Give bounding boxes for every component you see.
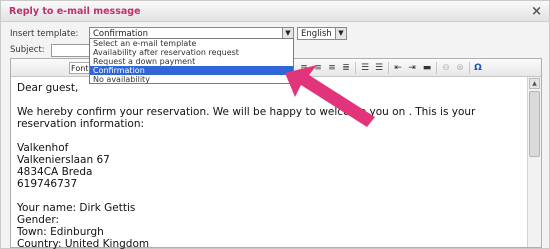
- address-line: 619746737: [17, 178, 78, 190]
- address-line: 4834CA Breda: [17, 166, 93, 178]
- close-icon[interactable]: ×: [531, 4, 542, 19]
- detail-line: Gender:: [17, 214, 60, 226]
- template-option-selected[interactable]: Confirmation: [90, 66, 293, 75]
- template-dropdown-list: Select an e-mail template Availability a…: [89, 38, 294, 84]
- toolbar-divider: [469, 62, 470, 74]
- detail-line: Country: United Kingdom: [17, 238, 150, 249]
- horizontal-rule-icon[interactable]: ▬: [421, 62, 433, 74]
- unlink-icon[interactable]: ⊗: [454, 62, 466, 74]
- address-line: Valkenhof: [17, 142, 69, 154]
- special-char-icon[interactable]: Ω: [472, 62, 484, 74]
- editor-scrollbar[interactable]: ▲: [527, 77, 541, 247]
- toolbar-divider: [388, 62, 389, 74]
- language-selected-value: English: [301, 29, 332, 39]
- detail-line: Your name: Dirk Gettis: [17, 202, 136, 214]
- toolbar-divider: [436, 62, 437, 74]
- dialog-title: Reply to e-mail message: [9, 6, 141, 17]
- template-option[interactable]: No availability: [90, 75, 293, 84]
- intro-text: We hereby confirm your reservation. We w…: [17, 106, 476, 130]
- chevron-down-icon[interactable]: ▼: [335, 28, 346, 39]
- scrollbar-thumb[interactable]: [529, 91, 540, 157]
- template-option[interactable]: Availability after reservation request: [90, 48, 293, 57]
- message-editor[interactable]: Font ≡ ≡ ≡ ≣ ☰ ☰ ⇤ ⇥ ▬ ⊖ ⊗ Ω Dear guest,…: [10, 58, 542, 249]
- link-icon[interactable]: ⊖: [440, 62, 452, 74]
- outdent-icon[interactable]: ⇤: [392, 62, 404, 74]
- subject-label: Subject:: [10, 45, 45, 55]
- pointer-arrow-icon: [285, 65, 375, 127]
- address-line: Valkenierslaan 67: [17, 154, 110, 166]
- dialog-titlebar: Reply to e-mail message ×: [1, 1, 549, 22]
- reply-email-dialog: Reply to e-mail message × Insert templat…: [0, 0, 550, 249]
- template-option[interactable]: Request a down payment: [90, 57, 293, 66]
- message-body[interactable]: Dear guest, We hereby confirm your reser…: [17, 82, 523, 249]
- scroll-up-icon[interactable]: ▲: [529, 78, 540, 89]
- detail-line: Town: Edinburgh: [17, 226, 104, 238]
- template-label: Insert template:: [10, 29, 79, 39]
- indent-icon[interactable]: ⇥: [406, 62, 418, 74]
- language-select[interactable]: English ▼: [297, 27, 347, 40]
- template-option[interactable]: Select an e-mail template: [90, 39, 293, 48]
